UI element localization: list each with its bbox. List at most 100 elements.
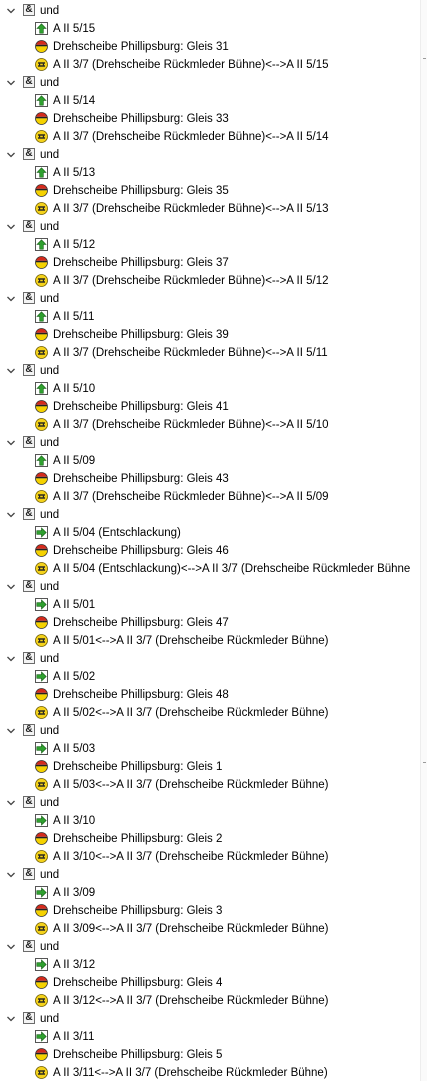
route-node[interactable]: A II 5/01 [0,596,421,614]
and-node[interactable]: & und [0,938,421,956]
signal-node[interactable]: Drehscheibe Phillipsburg: Gleis 1 [0,758,421,776]
and-node[interactable]: & und [0,1010,421,1028]
chevron-down-icon[interactable] [6,6,16,16]
link-node[interactable]: A II 3/09<-->A II 3/7 (Drehscheibe Rückm… [0,920,421,938]
and-operator-icon: & [23,796,35,808]
link-contact-icon [35,346,48,359]
and-operator-icon: & [23,940,35,952]
operator-label: und [40,293,60,305]
route-node[interactable]: A II 5/15 [0,20,421,38]
route-node[interactable]: A II 5/11 [0,308,421,326]
and-node[interactable]: & und [0,218,421,236]
route-node[interactable]: A II 5/13 [0,164,421,182]
chevron-down-icon[interactable] [6,150,16,160]
link-node[interactable]: A II 3/7 (Drehscheibe Rückmleder Bühne)<… [0,416,421,434]
and-node[interactable]: & und [0,146,421,164]
route-node[interactable]: A II 5/10 [0,380,421,398]
chevron-down-icon[interactable] [6,798,16,808]
signal-disc-icon [35,976,48,989]
and-node[interactable]: & und [0,794,421,812]
signal-node[interactable]: Drehscheibe Phillipsburg: Gleis 47 [0,614,421,632]
chevron-down-icon[interactable] [6,870,16,880]
chevron-down-icon[interactable] [6,78,16,88]
chevron-down-icon[interactable] [6,726,16,736]
and-operator-icon: & [23,436,35,448]
signal-node[interactable]: Drehscheibe Phillipsburg: Gleis 33 [0,110,421,128]
signal-node[interactable]: Drehscheibe Phillipsburg: Gleis 39 [0,326,421,344]
route-node[interactable]: A II 3/11 [0,1028,421,1046]
signal-node[interactable]: Drehscheibe Phillipsburg: Gleis 3 [0,902,421,920]
condition-group: & und A II 5/01 Drehscheibe Phillipsburg: G… [0,578,421,650]
and-node[interactable]: & und [0,578,421,596]
signal-node[interactable]: Drehscheibe Phillipsburg: Gleis 37 [0,254,421,272]
and-node[interactable]: & und [0,722,421,740]
gleis-label: Drehscheibe Phillipsburg: Gleis 48 [53,689,229,701]
link-contact-icon [35,706,48,719]
link-node[interactable]: A II 3/10<-->A II 3/7 (Drehscheibe Rückm… [0,848,421,866]
route-node[interactable]: A II 3/10 [0,812,421,830]
and-node[interactable]: & und [0,434,421,452]
route-node[interactable]: A II 3/09 [0,884,421,902]
route-node[interactable]: A II 5/02 [0,668,421,686]
arrow-right-icon [35,886,48,899]
link-node[interactable]: A II 3/12<-->A II 3/7 (Drehscheibe Rückm… [0,992,421,1010]
and-node[interactable]: & und [0,362,421,380]
arrow-up-icon [35,454,48,467]
signal-disc-icon [35,40,48,53]
chevron-down-icon[interactable] [6,510,16,520]
route-node[interactable]: A II 5/14 [0,92,421,110]
gleis-label: Drehscheibe Phillipsburg: Gleis 46 [53,545,229,557]
link-node[interactable]: A II 3/7 (Drehscheibe Rückmleder Bühne)<… [0,128,421,146]
signal-disc-icon [35,760,48,773]
chevron-down-icon[interactable] [6,1014,16,1024]
chevron-down-icon[interactable] [6,366,16,376]
link-label: A II 3/7 (Drehscheibe Rückmleder Bühne)<… [53,491,329,503]
signal-node[interactable]: Drehscheibe Phillipsburg: Gleis 48 [0,686,421,704]
link-label: A II 5/04 (Entschlackung)<-->A II 3/7 (D… [53,563,411,575]
signal-node[interactable]: Drehscheibe Phillipsburg: Gleis 46 [0,542,421,560]
link-node[interactable]: A II 5/04 (Entschlackung)<-->A II 3/7 (D… [0,560,421,578]
link-node[interactable]: A II 3/7 (Drehscheibe Rückmleder Bühne)<… [0,56,421,74]
chevron-down-icon[interactable] [6,222,16,232]
and-node[interactable]: & und [0,290,421,308]
condition-group: & und A II 5/11 Drehscheibe Phillipsburg: G… [0,290,421,362]
link-node[interactable]: A II 3/7 (Drehscheibe Rückmleder Bühne)<… [0,200,421,218]
chevron-down-icon[interactable] [6,438,16,448]
signal-node[interactable]: Drehscheibe Phillipsburg: Gleis 2 [0,830,421,848]
route-label: A II 5/15 [53,23,96,35]
operator-label: und [40,437,60,449]
link-node[interactable]: A II 3/7 (Drehscheibe Rückmleder Bühne)<… [0,488,421,506]
link-node[interactable]: A II 3/7 (Drehscheibe Rückmleder Bühne)<… [0,272,421,290]
and-operator-icon: & [23,724,35,736]
signal-node[interactable]: Drehscheibe Phillipsburg: Gleis 31 [0,38,421,56]
signal-node[interactable]: Drehscheibe Phillipsburg: Gleis 43 [0,470,421,488]
link-node[interactable]: A II 3/7 (Drehscheibe Rückmleder Bühne)<… [0,344,421,362]
signal-node[interactable]: Drehscheibe Phillipsburg: Gleis 35 [0,182,421,200]
signal-node[interactable]: Drehscheibe Phillipsburg: Gleis 4 [0,974,421,992]
chevron-down-icon[interactable] [6,294,16,304]
and-node[interactable]: & und [0,866,421,884]
route-node[interactable]: A II 5/12 [0,236,421,254]
link-node[interactable]: A II 5/03<-->A II 3/7 (Drehscheibe Rückm… [0,776,421,794]
route-node[interactable]: A II 5/09 [0,452,421,470]
link-node[interactable]: A II 3/11<-->A II 3/7 (Drehscheibe Rückm… [0,1064,421,1082]
signal-node[interactable]: Drehscheibe Phillipsburg: Gleis 5 [0,1046,421,1064]
and-node[interactable]: & und [0,74,421,92]
link-node[interactable]: A II 5/01<-->A II 3/7 (Drehscheibe Rückm… [0,632,421,650]
route-label: A II 3/10 [53,815,96,827]
operator-label: und [40,221,60,233]
chevron-down-icon[interactable] [6,654,16,664]
route-node[interactable]: A II 5/03 [0,740,421,758]
vertical-scrollbar[interactable] [420,0,427,1081]
route-label: A II 5/01 [53,599,96,611]
route-node[interactable]: A II 3/12 [0,956,421,974]
chevron-down-icon[interactable] [6,942,16,952]
and-node[interactable]: & und [0,650,421,668]
chevron-down-icon[interactable] [6,582,16,592]
route-node[interactable]: A II 5/04 (Entschlackung) [0,524,421,542]
link-node[interactable]: A II 5/02<-->A II 3/7 (Drehscheibe Rückm… [0,704,421,722]
arrow-right-icon [35,670,48,683]
signal-node[interactable]: Drehscheibe Phillipsburg: Gleis 41 [0,398,421,416]
and-node[interactable]: & und [0,506,421,524]
and-node[interactable]: & und [0,2,421,20]
